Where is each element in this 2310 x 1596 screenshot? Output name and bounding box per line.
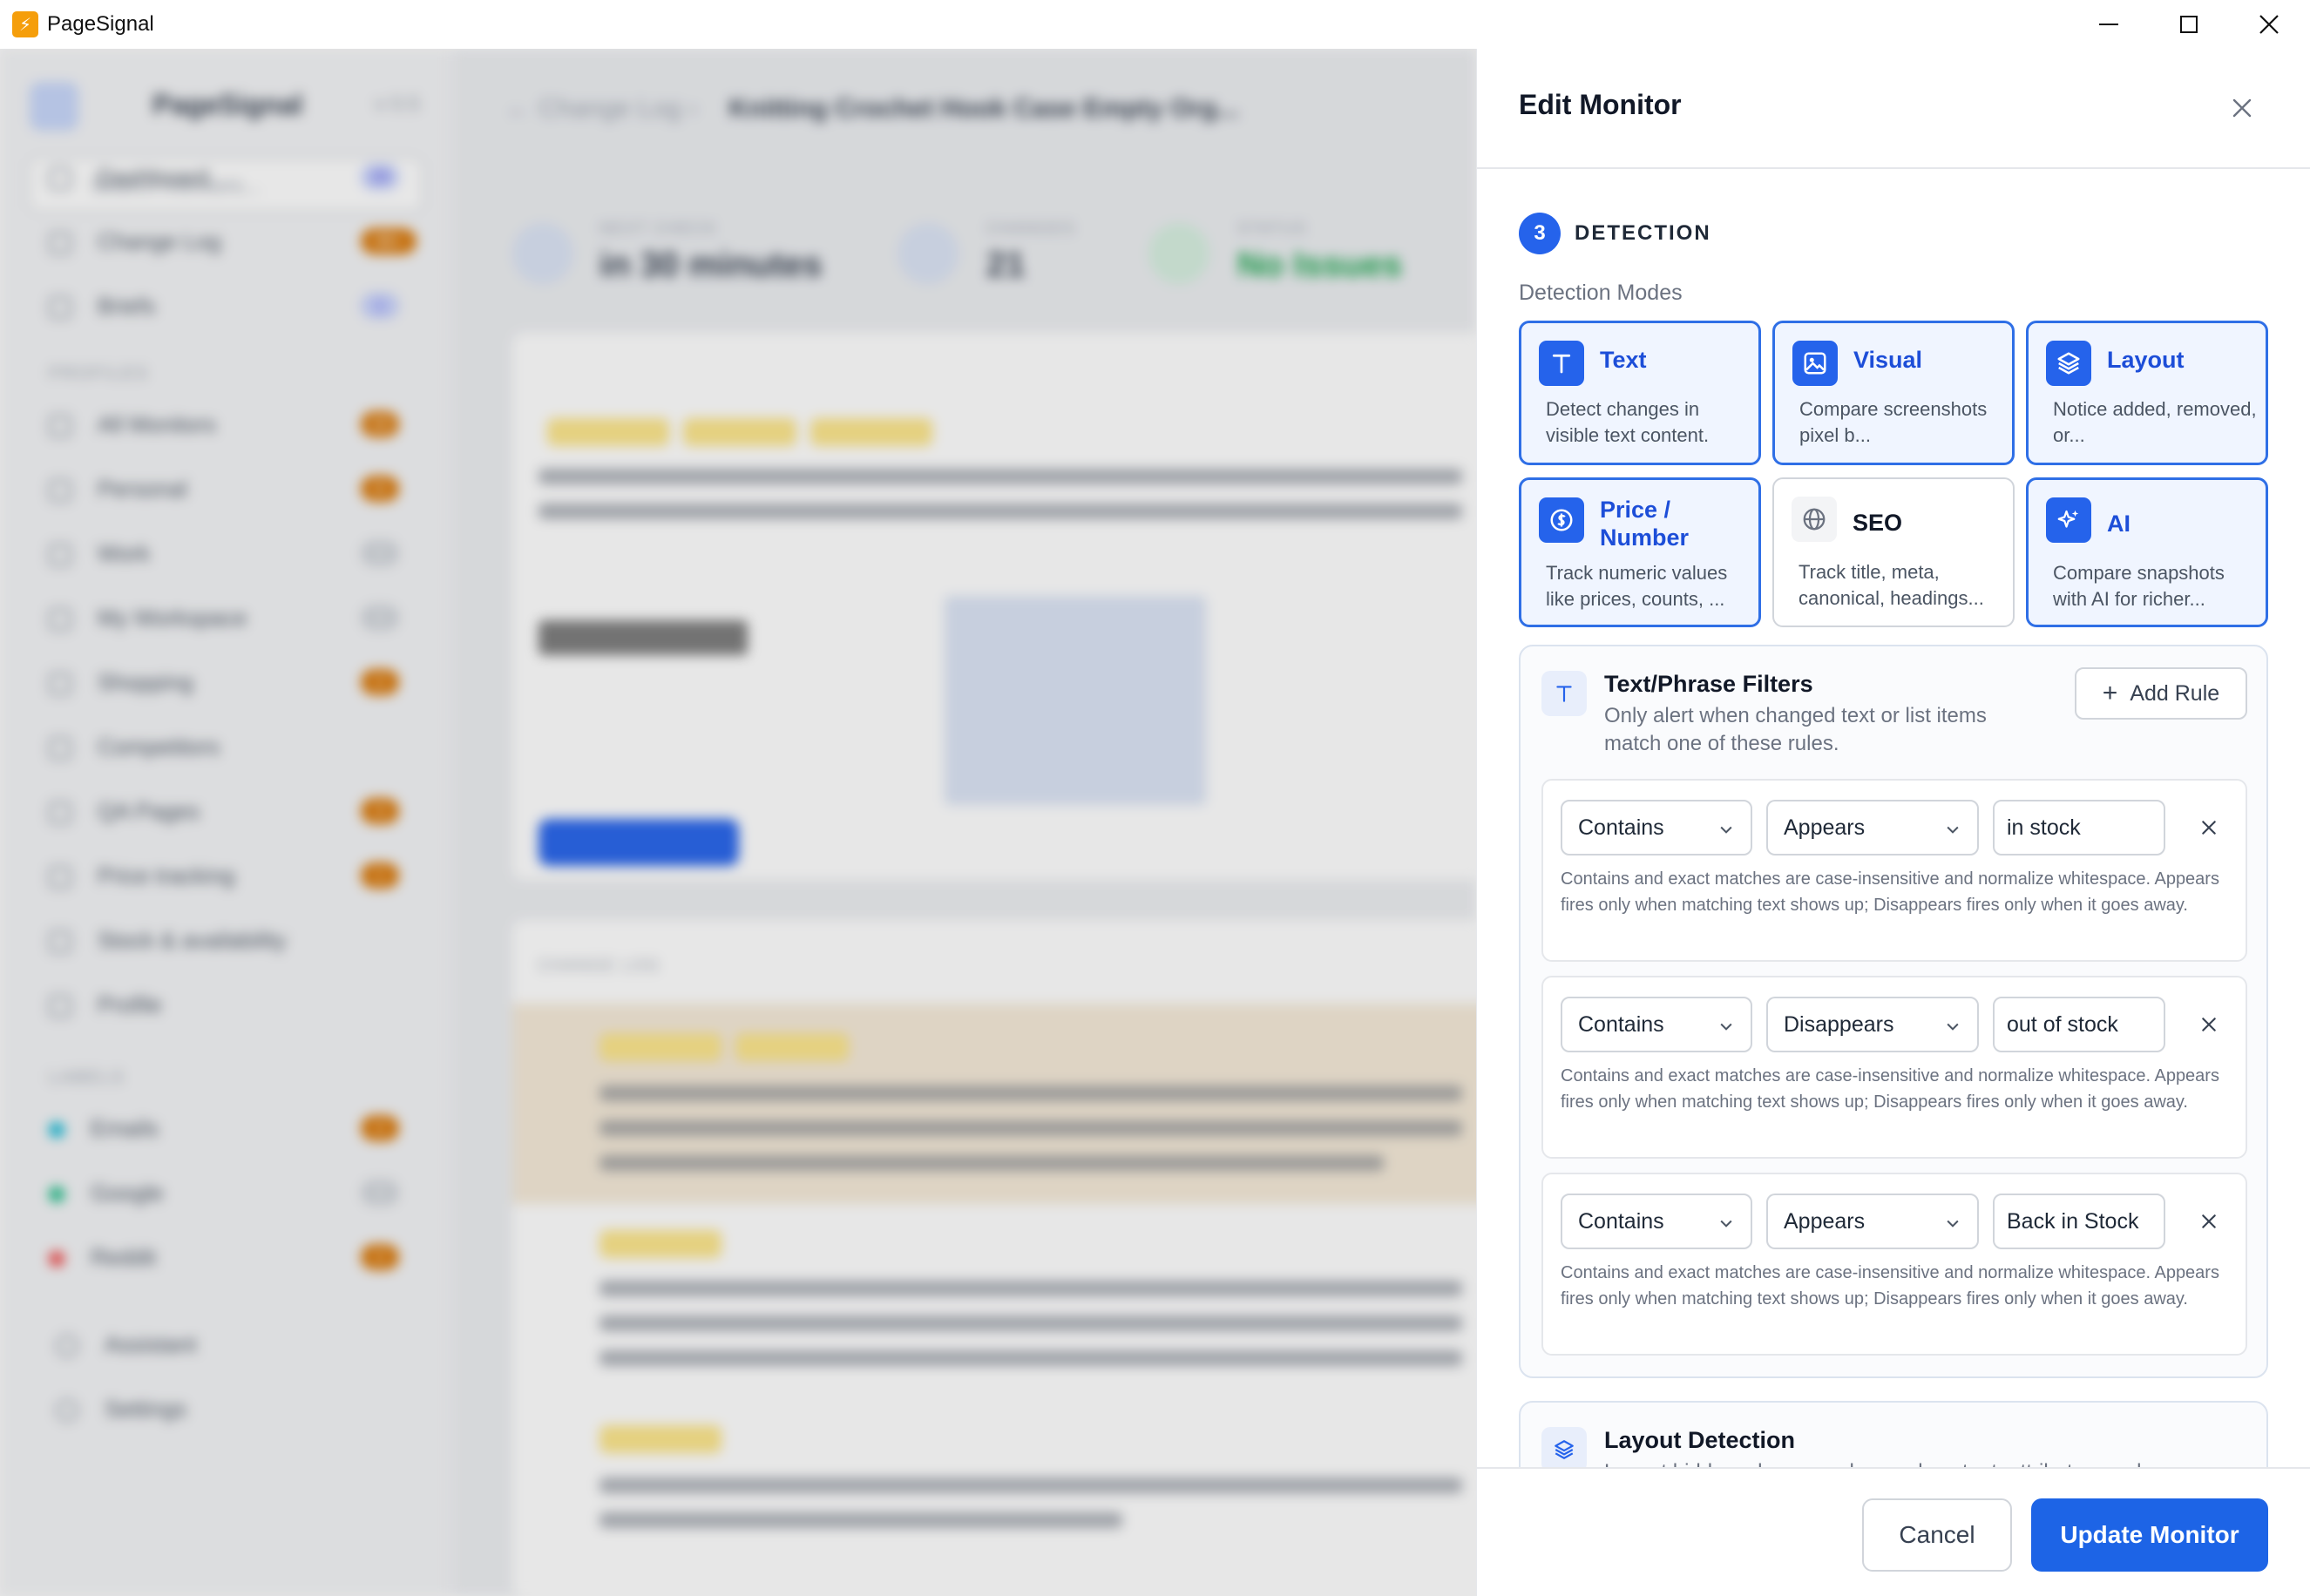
step-label: DETECTION <box>1575 221 1711 245</box>
chevron-down-icon <box>1720 1220 1732 1227</box>
filter-rule: Contains Appears Contains and exact matc… <box>1541 1173 2247 1356</box>
window-titlebar: ⚡ PageSignal <box>0 0 2310 49</box>
trigger-value: Disappears <box>1784 1011 1894 1037</box>
chevron-down-icon <box>1947 1220 1959 1227</box>
mode-title: Price / Number <box>1600 497 1690 551</box>
add-rule-label: Add Rule <box>2130 680 2220 706</box>
mode-title: Text <box>1600 347 1647 373</box>
mode-description: Compare snapshots with AI for richer... <box>2053 562 2225 610</box>
rule-help-text: Contains and exact matches are case-inse… <box>1561 1066 2219 1112</box>
maximize-button[interactable] <box>2149 0 2229 49</box>
mode-title: Layout <box>2107 347 2185 373</box>
background-app: PageSignal v 0.5 Search monitors... Dash… <box>0 49 1476 1596</box>
app-logo-icon: ⚡ <box>12 11 38 37</box>
detection-mode-grid: Text Detect changes in visible text cont… <box>1519 321 2268 627</box>
remove-rule-button[interactable] <box>2188 1200 2230 1242</box>
trigger-value: Appears <box>1784 815 1866 840</box>
chevron-down-icon <box>1947 826 1959 834</box>
match-type-select[interactable]: Contains <box>1561 1194 1752 1249</box>
mode-title: SEO <box>1853 510 1903 536</box>
match-type-value: Contains <box>1578 1208 1664 1234</box>
close-icon <box>2202 1214 2216 1228</box>
trigger-select[interactable]: Disappears <box>1766 997 1979 1052</box>
match-type-value: Contains <box>1578 1011 1664 1037</box>
mode-description: Notice added, removed, or... <box>2053 398 2257 446</box>
chevron-down-icon <box>1720 1023 1732 1031</box>
close-icon <box>2202 821 2216 835</box>
trigger-select[interactable]: Appears <box>1766 1194 1979 1249</box>
remove-rule-button[interactable] <box>2188 1004 2230 1045</box>
layout-detection-title: Layout Detection <box>1604 1427 1796 1453</box>
filter-rule: Contains Appears Contains and exact matc… <box>1541 779 2247 962</box>
sparkles-icon <box>2046 497 2091 543</box>
rule-text-input[interactable] <box>1993 1194 2165 1249</box>
mode-card-price[interactable]: Price / Number Track numeric values like… <box>1519 477 1761 627</box>
window-close-button[interactable] <box>2229 0 2309 49</box>
layers-icon <box>1541 1427 1587 1467</box>
text-icon <box>1541 671 1587 716</box>
filters-subtitle: Only alert when changed text or list ite… <box>1604 704 1987 755</box>
mode-title: AI <box>2107 511 2130 537</box>
add-rule-button[interactable]: + Add Rule <box>2075 667 2247 720</box>
layers-icon <box>2046 341 2091 386</box>
maximize-icon <box>2180 16 2198 33</box>
remove-rule-button[interactable] <box>2188 807 2230 849</box>
filters-title: Text/Phrase Filters <box>1604 671 1813 697</box>
filter-rule: Contains Disappears Contains and exact m… <box>1541 976 2247 1159</box>
cancel-button[interactable]: Cancel <box>1862 1498 2012 1572</box>
mode-description: Compare screenshots pixel b... <box>1799 398 1988 446</box>
step-header: 3 DETECTION <box>1519 213 1711 254</box>
update-monitor-button[interactable]: Update Monitor <box>2031 1498 2268 1572</box>
rule-help-text: Contains and exact matches are case-inse… <box>1561 1263 2219 1309</box>
mode-card-ai[interactable]: AI Compare snapshots with AI for richer.… <box>2026 477 2268 627</box>
step-number: 3 <box>1519 213 1561 254</box>
detection-modes-label: Detection Modes <box>1519 281 1683 305</box>
mode-description: Detect changes in visible text content. <box>1546 398 1710 446</box>
layout-detection-panel: Layout Detection Layout hidden, shown, a… <box>1519 1401 2268 1467</box>
minimize-button[interactable] <box>2069 0 2149 49</box>
rule-text-input[interactable] <box>1993 997 2165 1052</box>
mode-title: Visual <box>1853 347 1923 373</box>
layout-detection-subtitle: Layout hidden, shown, and moved content,… <box>1604 1458 2232 1467</box>
minimize-icon <box>2099 24 2118 25</box>
dollar-icon <box>1539 497 1584 543</box>
close-icon <box>2202 1018 2216 1031</box>
match-type-select[interactable]: Contains <box>1561 997 1752 1052</box>
drawer-header: Edit Monitor <box>1477 49 2310 169</box>
match-type-select[interactable]: Contains <box>1561 800 1752 855</box>
mode-card-visual[interactable]: Visual Compare screenshots pixel b... <box>1772 321 2015 465</box>
mode-description: Track title, meta, canonical, headings..… <box>1799 561 1984 609</box>
drawer-footer: Cancel Update Monitor <box>1477 1467 2310 1596</box>
drawer-body[interactable]: 3 DETECTION Detection Modes Text Detect … <box>1477 171 2310 1467</box>
drawer-title: Edit Monitor <box>1519 89 1682 120</box>
image-icon <box>1792 341 1838 386</box>
mode-card-text[interactable]: Text Detect changes in visible text cont… <box>1519 321 1761 465</box>
close-icon <box>2259 15 2279 34</box>
trigger-value: Appears <box>1784 1208 1866 1234</box>
trigger-select[interactable]: Appears <box>1766 800 1979 855</box>
plus-icon: + <box>2102 679 2118 707</box>
chevron-down-icon <box>1947 1023 1959 1031</box>
window-title: PageSignal <box>47 12 154 36</box>
edit-monitor-drawer: Edit Monitor 3 DETECTION Detection Modes… <box>1476 49 2310 1596</box>
rule-help-text: Contains and exact matches are case-inse… <box>1561 869 2219 915</box>
text-phrase-filters-panel: Text/Phrase Filters Only alert when chan… <box>1519 645 2268 1378</box>
mode-description: Track numeric values like prices, counts… <box>1546 562 1728 610</box>
mode-card-layout[interactable]: Layout Notice added, removed, or... <box>2026 321 2268 465</box>
close-icon <box>2232 98 2252 118</box>
rule-text-input[interactable] <box>1993 800 2165 855</box>
match-type-value: Contains <box>1578 815 1664 840</box>
mode-card-seo[interactable]: SEO Track title, meta, canonical, headin… <box>1772 477 2015 627</box>
drawer-close-button[interactable] <box>2221 87 2263 129</box>
text-icon <box>1539 341 1584 386</box>
globe-icon <box>1792 497 1837 542</box>
chevron-down-icon <box>1720 826 1732 834</box>
